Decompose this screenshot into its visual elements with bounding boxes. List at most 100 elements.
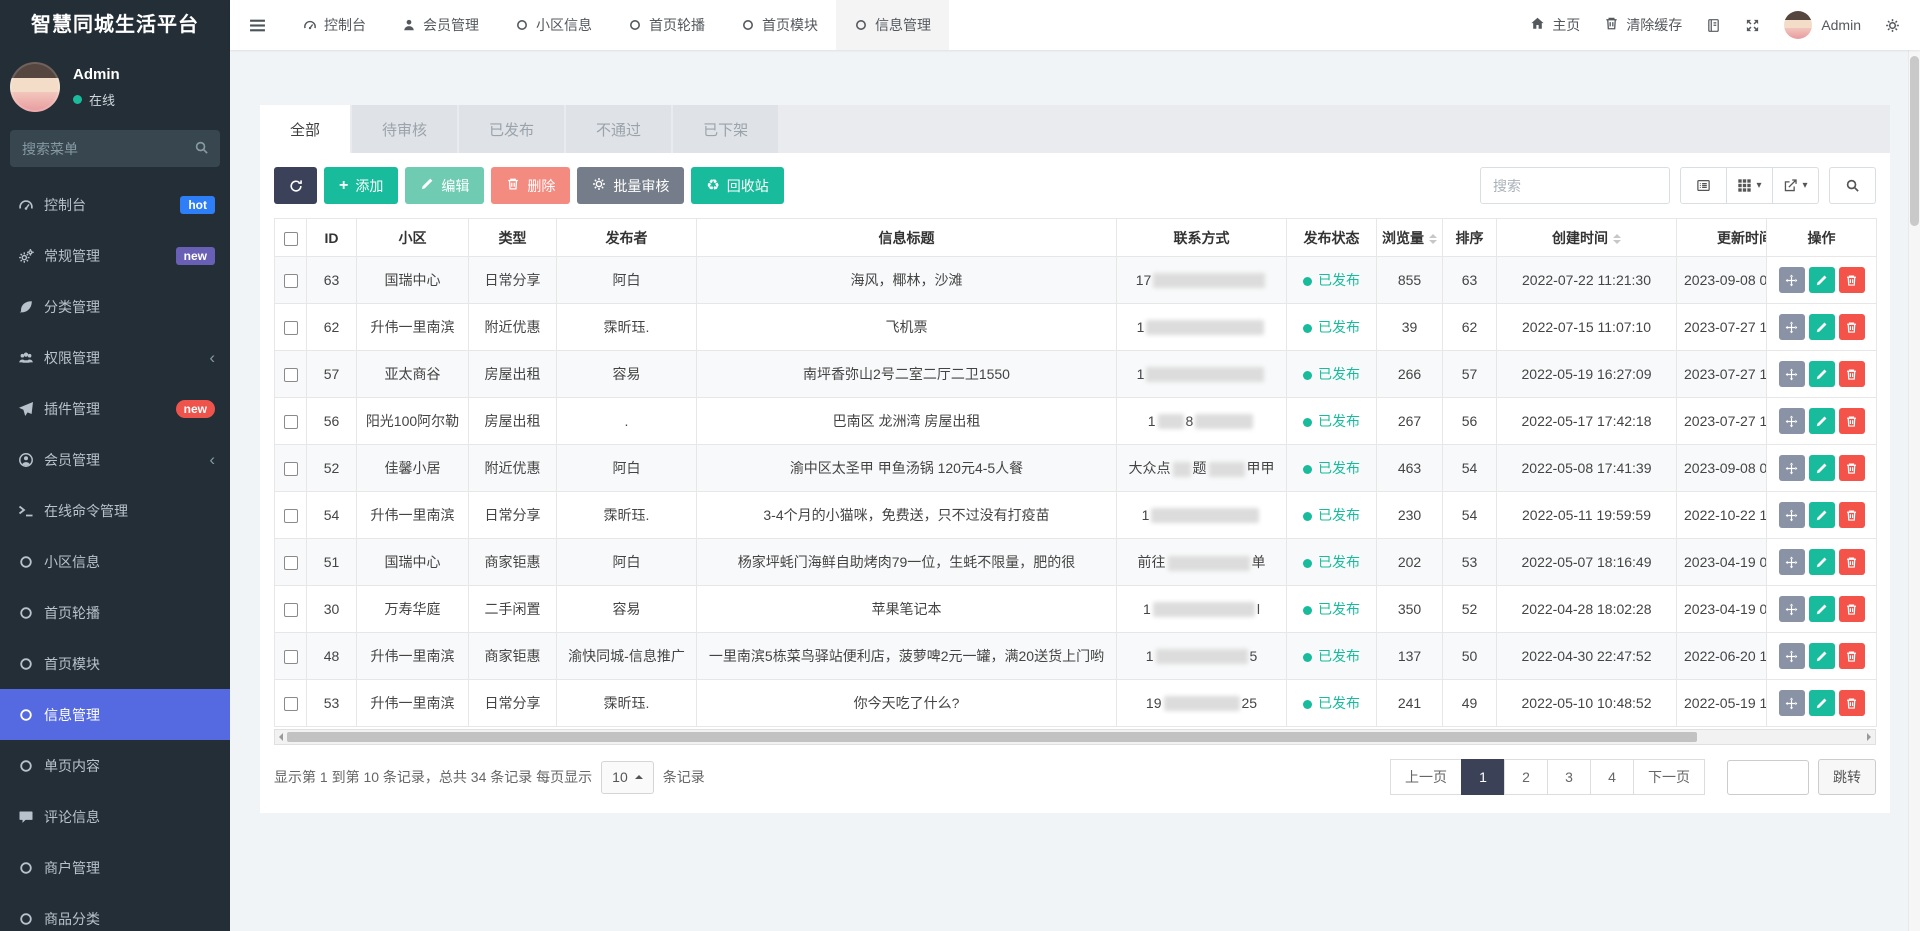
page-size-select[interactable]: 10	[601, 761, 654, 794]
row-edit-button[interactable]	[1809, 502, 1835, 528]
sort-icon[interactable]	[1429, 234, 1437, 244]
header-contact[interactable]: 联系方式	[1117, 219, 1287, 257]
sidebar-item[interactable]: 会员管理‹	[0, 434, 230, 485]
jump-page-input[interactable]	[1727, 760, 1809, 795]
page-number-button[interactable]: 3	[1547, 759, 1591, 795]
row-delete-button[interactable]	[1839, 502, 1865, 528]
topbar-nav-item[interactable]: 首页模块	[723, 0, 836, 50]
header-updated[interactable]: 更新时间	[1677, 219, 1767, 257]
sort-icon[interactable]	[1613, 234, 1621, 244]
header-community[interactable]: 小区	[357, 219, 469, 257]
row-checkbox[interactable]	[284, 556, 298, 570]
row-checkbox[interactable]	[284, 650, 298, 664]
row-checkbox[interactable]	[284, 697, 298, 711]
batch-audit-button[interactable]: 批量审核	[577, 167, 684, 204]
delete-button[interactable]: 删除	[491, 167, 570, 204]
row-checkbox[interactable]	[284, 368, 298, 382]
header-id[interactable]: ID	[307, 219, 357, 257]
drag-move-button[interactable]	[1779, 596, 1805, 622]
hamburger-menu-icon[interactable]	[230, 17, 285, 34]
sidebar-item[interactable]: 信息管理	[0, 689, 230, 740]
sidebar-item[interactable]: 权限管理‹	[0, 332, 230, 383]
sidebar-item[interactable]: 控制台hot	[0, 179, 230, 230]
sidebar-item[interactable]: 插件管理new	[0, 383, 230, 434]
row-edit-button[interactable]	[1809, 408, 1835, 434]
row-checkbox[interactable]	[284, 321, 298, 335]
topbar-nav-item[interactable]: 控制台	[285, 0, 384, 50]
drag-move-button[interactable]	[1779, 267, 1805, 293]
header-title[interactable]: 信息标题	[697, 219, 1117, 257]
row-delete-button[interactable]	[1839, 408, 1865, 434]
next-page-button[interactable]: 下一页	[1633, 759, 1705, 795]
drag-move-button[interactable]	[1779, 549, 1805, 575]
row-edit-button[interactable]	[1809, 455, 1835, 481]
row-delete-button[interactable]	[1839, 314, 1865, 340]
sidebar-item[interactable]: 首页模块	[0, 638, 230, 689]
vertical-scrollbar[interactable]	[1908, 50, 1920, 931]
drag-move-button[interactable]	[1779, 455, 1805, 481]
recycle-bin-button[interactable]: ♻ 回收站	[691, 167, 783, 204]
topbar-nav-item[interactable]: 小区信息	[497, 0, 610, 50]
row-checkbox[interactable]	[284, 274, 298, 288]
tab[interactable]: 已下架	[673, 105, 778, 153]
home-link[interactable]: 主页	[1530, 15, 1580, 35]
drag-move-button[interactable]	[1779, 314, 1805, 340]
horizontal-scrollbar[interactable]	[274, 729, 1876, 745]
avatar[interactable]	[10, 62, 60, 112]
header-type[interactable]: 类型	[469, 219, 557, 257]
settings-cogs-icon[interactable]	[1885, 18, 1900, 33]
row-delete-button[interactable]	[1839, 690, 1865, 716]
header-sort[interactable]: 排序	[1443, 219, 1497, 257]
header-created[interactable]: 创建时间	[1497, 219, 1677, 257]
header-status[interactable]: 发布状态	[1287, 219, 1377, 257]
header-views[interactable]: 浏览量	[1377, 219, 1443, 257]
topbar-nav-item[interactable]: 会员管理	[384, 0, 497, 50]
sidebar-item[interactable]: 分类管理	[0, 281, 230, 332]
sidebar-item[interactable]: 首页轮播	[0, 587, 230, 638]
clear-cache-link[interactable]: 清除缓存	[1604, 15, 1682, 35]
page-number-button[interactable]: 1	[1461, 759, 1505, 795]
row-edit-button[interactable]	[1809, 690, 1835, 716]
drag-move-button[interactable]	[1779, 361, 1805, 387]
row-delete-button[interactable]	[1839, 267, 1865, 293]
tab[interactable]: 已发布	[459, 105, 564, 153]
row-delete-button[interactable]	[1839, 643, 1865, 669]
row-delete-button[interactable]	[1839, 596, 1865, 622]
row-checkbox[interactable]	[284, 462, 298, 476]
drag-move-button[interactable]	[1779, 408, 1805, 434]
drag-move-button[interactable]	[1779, 643, 1805, 669]
row-edit-button[interactable]	[1809, 549, 1835, 575]
fullscreen-icon[interactable]	[1745, 18, 1760, 33]
export-dropdown-button[interactable]: ▾	[1772, 167, 1819, 204]
row-edit-button[interactable]	[1809, 643, 1835, 669]
row-edit-button[interactable]	[1809, 267, 1835, 293]
tab[interactable]: 待审核	[352, 105, 457, 153]
row-checkbox[interactable]	[284, 415, 298, 429]
sidebar-item[interactable]: 小区信息	[0, 536, 230, 587]
sidebar-item[interactable]: 常规管理new	[0, 230, 230, 281]
add-button[interactable]: + 添加	[324, 167, 398, 204]
scrollbar-thumb[interactable]	[287, 732, 1697, 742]
sidebar-item[interactable]: 商品分类	[0, 893, 230, 931]
columns-dropdown-button[interactable]: ▾	[1726, 167, 1773, 204]
table-search-input[interactable]	[1480, 167, 1670, 204]
edit-button[interactable]: 编辑	[405, 167, 484, 204]
tab[interactable]: 全部	[260, 105, 350, 153]
scroll-right-arrow-icon[interactable]	[1867, 733, 1871, 741]
row-checkbox[interactable]	[284, 509, 298, 523]
select-all-checkbox[interactable]	[284, 232, 298, 246]
tab[interactable]: 不通过	[566, 105, 671, 153]
prev-page-button[interactable]: 上一页	[1390, 759, 1462, 795]
user-menu[interactable]: Admin	[1784, 11, 1861, 39]
row-edit-button[interactable]	[1809, 361, 1835, 387]
row-edit-button[interactable]	[1809, 596, 1835, 622]
row-delete-button[interactable]	[1839, 549, 1865, 575]
drag-move-button[interactable]	[1779, 690, 1805, 716]
search-button[interactable]	[1829, 167, 1876, 204]
docs-book-icon[interactable]	[1706, 18, 1721, 33]
page-number-button[interactable]: 4	[1590, 759, 1634, 795]
detail-view-button[interactable]	[1680, 167, 1727, 204]
topbar-nav-item[interactable]: 首页轮播	[610, 0, 723, 50]
jump-button[interactable]: 跳转	[1818, 759, 1876, 795]
drag-move-button[interactable]	[1779, 502, 1805, 528]
